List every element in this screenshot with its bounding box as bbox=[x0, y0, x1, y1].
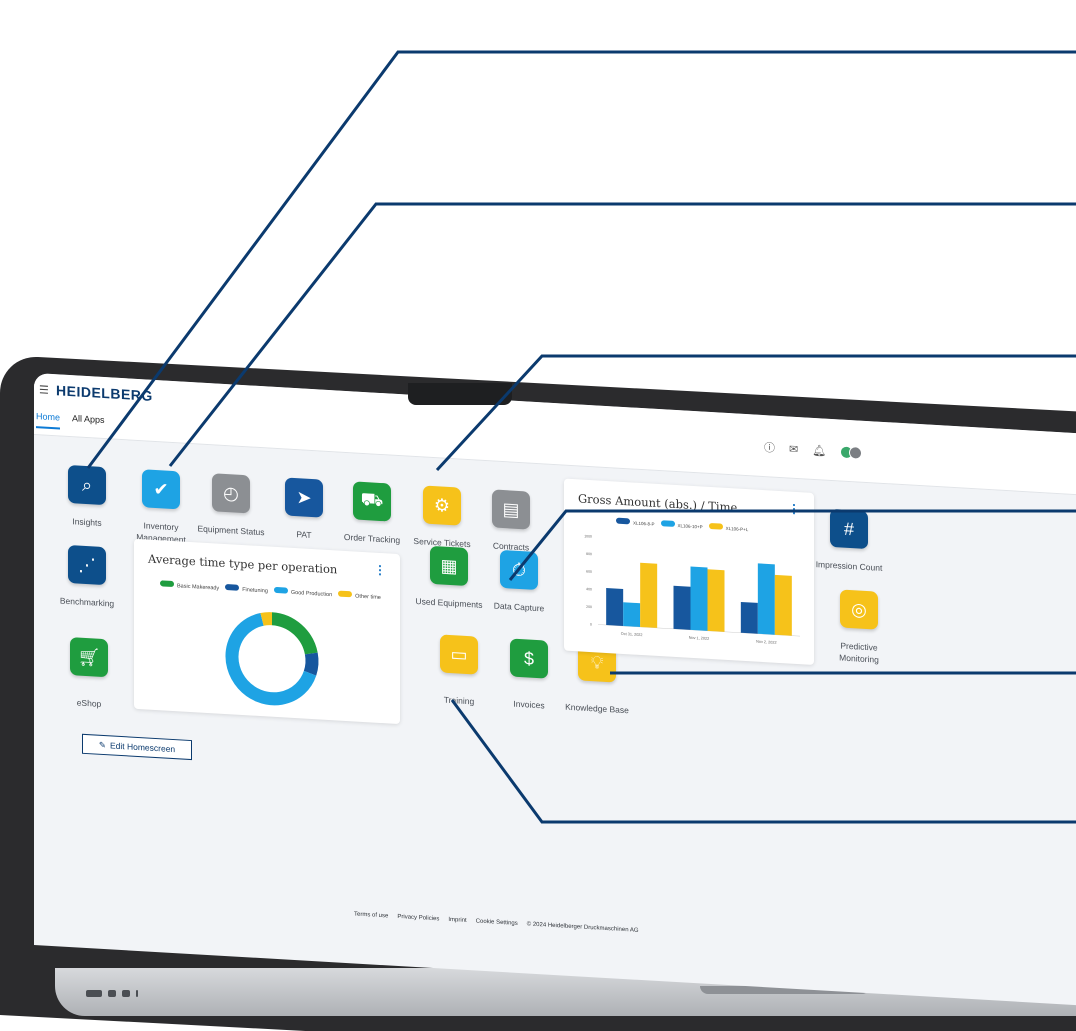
footer: Terms of use Privacy Policies Imprint Co… bbox=[354, 911, 639, 933]
donut-slice-basic-makeready bbox=[271, 612, 318, 655]
donut-slice-other-time bbox=[260, 612, 273, 626]
legend-item: Basic Makeready bbox=[160, 580, 219, 592]
pat-icon: ➤ bbox=[285, 477, 323, 518]
notification-icon[interactable]: 🔔︎ bbox=[812, 443, 826, 457]
impression-icon: # bbox=[830, 508, 868, 550]
app-label: Impression Count bbox=[815, 559, 883, 573]
bar-xl106-p-l-2 bbox=[774, 574, 792, 636]
app-label: eShop bbox=[76, 697, 102, 709]
app-label: Predictive Monitoring bbox=[839, 640, 879, 665]
app-label: Data Capture bbox=[493, 600, 545, 614]
insights-icon: ⌕ bbox=[68, 464, 106, 506]
service-icon: ⚙ bbox=[423, 485, 461, 526]
y-tick-label: 800 bbox=[586, 552, 592, 556]
tab-all-apps[interactable]: All Apps bbox=[72, 413, 105, 432]
donut-slice-finetuning bbox=[303, 652, 319, 676]
equipment-status-icon: ◴ bbox=[212, 473, 250, 514]
app-label: Knowledge Base bbox=[565, 701, 629, 716]
x-tick-label: Nov 1, 2022 bbox=[689, 636, 709, 641]
avatar[interactable] bbox=[840, 444, 863, 460]
legend-item: XL106-8-P bbox=[616, 517, 655, 527]
bar-xl106-10-p-2 bbox=[757, 563, 775, 635]
card-title: Gross Amount (abs.) / Time bbox=[578, 491, 738, 515]
tab-bar: Home All Apps bbox=[36, 411, 105, 432]
stopwatch-icon: ⏱ bbox=[500, 549, 538, 591]
predictive-icon: ◎ bbox=[840, 589, 878, 630]
app-contracts[interactable]: ▤ Contracts bbox=[466, 488, 556, 556]
legend-item: XL106-10+P bbox=[660, 520, 703, 530]
laptop-ports bbox=[86, 990, 138, 997]
benchmarking-icon: ⋰ bbox=[68, 544, 106, 586]
y-tick-label: 0 bbox=[590, 623, 592, 627]
legend-item: Finetuning bbox=[225, 584, 268, 594]
bar-xl106-8-p-1 bbox=[673, 585, 691, 630]
app-impression-count[interactable]: # Impression Count bbox=[804, 507, 894, 575]
y-tick-label: 200 bbox=[586, 605, 592, 609]
app-predictive-monitoring[interactable]: ◎ Predictive Monitoring bbox=[814, 588, 904, 668]
bar-xl106-p-l-1 bbox=[707, 569, 725, 632]
bar-xl106-8-p-2 bbox=[740, 601, 758, 634]
y-tick-label: 1000 bbox=[584, 534, 592, 538]
footer-link-privacy[interactable]: Privacy Policies bbox=[397, 914, 439, 922]
donut-chart bbox=[225, 612, 319, 706]
card-title: Average time type per operation bbox=[148, 551, 338, 577]
tab-home[interactable]: Home bbox=[36, 411, 61, 430]
inventory-icon: ✔ bbox=[142, 469, 180, 510]
footer-link-cookies[interactable]: Cookie Settings bbox=[476, 918, 518, 926]
invoice-icon: $ bbox=[510, 638, 548, 679]
legend-item: Other time bbox=[338, 590, 381, 601]
edit-homescreen-label: Edit Homescreen bbox=[109, 740, 176, 755]
app-eshop[interactable]: 🛒︎ eShop bbox=[44, 636, 134, 713]
info-icon[interactable]: ⓘ bbox=[764, 439, 775, 456]
footer-copyright: © 2024 Heidelberger Druckmaschinen AG bbox=[526, 921, 639, 934]
kebab-menu-icon[interactable]: ⋮ bbox=[374, 563, 386, 578]
bar-chart: 1000 800 600 400 200 0 Oct 31, 2022 Nov 1, 2022… bbox=[584, 534, 800, 645]
chart-legend: Basic Makeready Finetuning Good Producti… bbox=[160, 580, 381, 601]
app-data-capture[interactable]: ⏱ Data Capture bbox=[474, 548, 564, 616]
bar-chart-card: Gross Amount (abs.) / Time ⋮ XL106-8-P X… bbox=[564, 478, 814, 665]
training-icon: ▭ bbox=[440, 634, 478, 675]
legend-item: Good Production bbox=[273, 586, 332, 598]
cart-icon: 🛒︎ bbox=[70, 637, 108, 678]
edit-homescreen-button[interactable]: ✎ Edit Homescreen bbox=[82, 733, 192, 761]
bar-xl106-8-p-0 bbox=[606, 588, 624, 626]
contracts-icon: ▤ bbox=[492, 489, 530, 530]
x-tick-label: Oct 31, 2022 bbox=[621, 632, 643, 637]
mail-icon[interactable]: ✉ bbox=[789, 442, 798, 456]
heidelberg-logo[interactable]: HEIDELBERG bbox=[56, 382, 153, 404]
truck-icon: ⛟ bbox=[353, 481, 391, 522]
hamburger-icon[interactable]: ☰ bbox=[39, 383, 49, 397]
kebab-menu-icon[interactable]: ⋮ bbox=[788, 501, 800, 516]
app-benchmarking[interactable]: ⋰ Benchmarking bbox=[42, 543, 132, 611]
bar-xl106-10-p-1 bbox=[690, 566, 708, 631]
bar-xl106-p-l-0 bbox=[640, 562, 658, 628]
laptop-screen: ☰ HEIDELBERG Home All Apps ⓘ ✉ 🔔︎ ⌕ Insi… bbox=[34, 373, 1076, 1009]
camera-notch bbox=[408, 383, 512, 405]
legend-item: XL106-P+L bbox=[708, 522, 748, 532]
app-label: Benchmarking bbox=[59, 595, 115, 609]
footer-link-terms[interactable]: Terms of use bbox=[354, 911, 388, 919]
y-tick-label: 400 bbox=[586, 587, 592, 591]
pencil-icon: ✎ bbox=[98, 739, 106, 750]
x-tick-label: Nov 2, 2022 bbox=[756, 640, 776, 645]
y-tick-label: 600 bbox=[586, 570, 592, 574]
used-equipment-icon: ▦ bbox=[430, 545, 468, 587]
footer-link-imprint[interactable]: Imprint bbox=[448, 917, 466, 924]
donut-chart-card: Average time type per operation ⋮ Basic … bbox=[134, 538, 400, 725]
bar-xl106-10-p-0 bbox=[623, 602, 641, 627]
header-actions: ⓘ ✉ 🔔︎ bbox=[764, 439, 863, 461]
